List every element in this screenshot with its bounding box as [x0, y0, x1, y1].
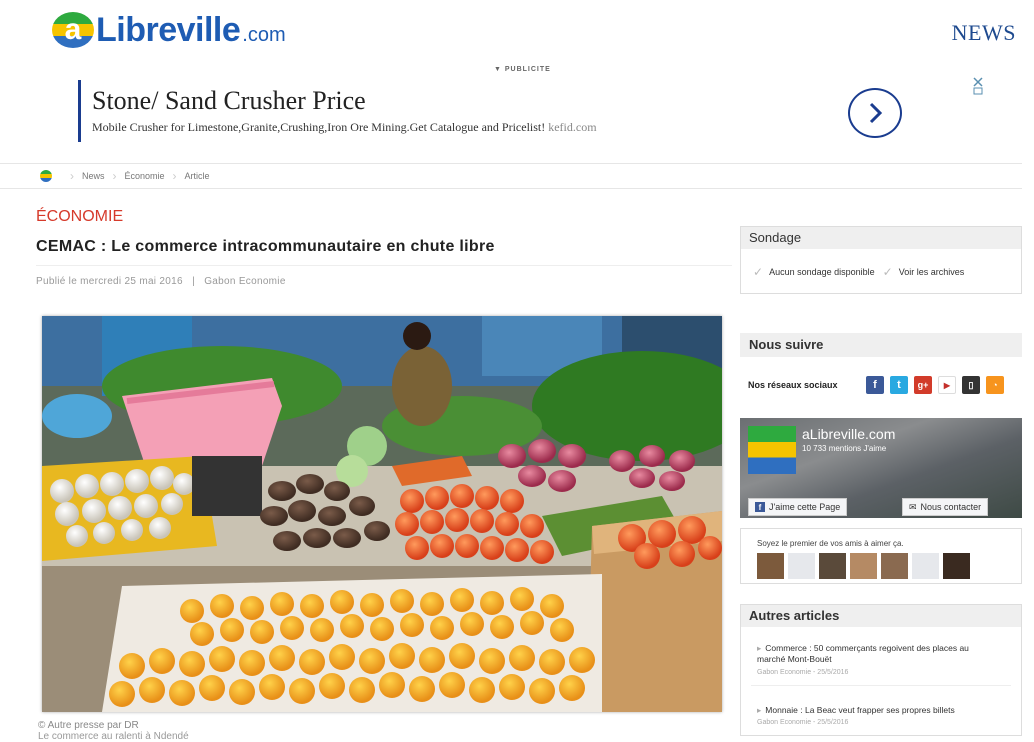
avatar[interactable]: [819, 553, 846, 579]
ad-description-text: Mobile Crusher for Limestone,Granite,Cru…: [92, 120, 546, 134]
checkmark-icon: ✓: [882, 265, 893, 279]
breadcrumb-item-article: Article: [184, 171, 210, 181]
home-icon[interactable]: [40, 170, 52, 182]
fb-friends-avatars: [757, 553, 970, 579]
sondage-archives-link[interactable]: Voir les archives: [899, 267, 965, 277]
article-title: CEMAC : Le commerce intracommunautaire e…: [36, 238, 495, 255]
youtube-icon[interactable]: ▶: [938, 376, 956, 394]
fb-page-name[interactable]: aLibreville.com: [802, 426, 895, 442]
envelope-icon: ✉: [909, 501, 917, 512]
facebook-page-widget[interactable]: aLibreville.com 10 733 mentions J'aime f…: [740, 418, 1022, 518]
ad-arrow-button[interactable]: [848, 88, 902, 138]
checkmark-icon: ✓: [753, 265, 764, 279]
fb-friends-text: Soyez le premier de vos amis à aimer ça.: [757, 539, 904, 548]
autres-item-source: Gabon Economie - 25/5/2016: [757, 719, 849, 726]
breadcrumb-item-news[interactable]: News: [82, 171, 105, 181]
avatar[interactable]: [912, 553, 939, 579]
autres-item-title[interactable]: Monnaie : La Beac veut frapper ses propr…: [765, 705, 954, 715]
logo-tld: .com: [242, 23, 286, 46]
fb-contact-label: Nous contacter: [920, 502, 982, 512]
autres-articles-widget: Autres articles ▸ Commerce : 50 commerçan…: [740, 604, 1022, 736]
divider: [751, 685, 1011, 686]
ad-close-icon[interactable]: [972, 76, 984, 96]
ad-label: ▼ PUBLICITE: [494, 66, 551, 73]
sondage-row: ✓ Aucun sondage disponible ✓ Voir les ar…: [753, 265, 964, 279]
list-item[interactable]: ▸ Commerce : 50 commerçants regoivent des…: [757, 643, 997, 665]
twitter-icon[interactable]: t: [890, 376, 908, 394]
breadcrumb-separator: ›: [172, 169, 177, 183]
section-title[interactable]: NEWS: [952, 20, 1016, 46]
list-item[interactable]: ▸ Monnaie : La Beac veut frapper ses prop…: [757, 705, 997, 716]
breadcrumb: › News › Économie › Article: [0, 163, 1022, 189]
avatar[interactable]: [881, 553, 908, 579]
suivre-title: Nous suivre: [740, 333, 1022, 357]
logo-name: Libreville: [96, 10, 241, 49]
autres-item-source: Gabon Economie - 25/5/2016: [757, 669, 849, 676]
sondage-title: Sondage: [741, 227, 1021, 249]
logo-letter: a: [64, 13, 82, 46]
autres-item-title[interactable]: Commerce : 50 commerçants regoivent des …: [757, 643, 969, 664]
avatar[interactable]: [788, 553, 815, 579]
ad-title[interactable]: Stone/ Sand Crusher Price: [92, 86, 366, 116]
breadcrumb-separator: ›: [112, 169, 117, 183]
divider: [36, 265, 732, 266]
avatar[interactable]: [850, 553, 877, 579]
site-logo[interactable]: a Libreville .com: [52, 10, 286, 50]
sondage-widget: Sondage ✓ Aucun sondage disponible ✓ Voi…: [740, 226, 1022, 294]
market-scene: [42, 316, 722, 712]
mobile-icon[interactable]: ▯: [962, 376, 980, 394]
fb-contact-button[interactable]: ✉ Nous contacter: [902, 498, 989, 516]
photo-credit: © Autre presse par DR: [38, 720, 139, 731]
chevron-right-icon: [869, 102, 883, 124]
social-networks-label: Nos réseaux sociaux: [748, 380, 838, 390]
avatar[interactable]: [943, 553, 970, 579]
arrow-icon: ▸: [757, 643, 762, 653]
fb-like-button[interactable]: f J'aime cette Page: [748, 498, 848, 516]
article-photo: [42, 316, 722, 712]
sondage-none: Aucun sondage disponible: [769, 267, 875, 277]
fb-likes-count: 10 733 mentions J'aime: [802, 444, 887, 453]
ad-domain[interactable]: kefid.com: [548, 120, 596, 134]
fb-friends-box: Soyez le premier de vos amis à aimer ça.: [740, 528, 1022, 584]
fb-like-label: J'aime cette Page: [769, 502, 841, 512]
ad-description: Mobile Crusher for Limestone,Granite,Cru…: [92, 120, 597, 135]
article-category[interactable]: ÉCONOMIE: [36, 208, 123, 226]
gabon-flag-avatar: [748, 426, 796, 474]
google-plus-icon[interactable]: g+: [914, 376, 932, 394]
breadcrumb-separator: ›: [70, 169, 74, 183]
ad-accent-bar: [78, 80, 81, 142]
article-meta: Publié le mercredi 25 mai 2016 | Gabon E…: [36, 276, 286, 287]
photo-caption: Le commerce au ralenti à Ndendé: [38, 731, 189, 742]
facebook-icon: f: [755, 502, 765, 512]
rss-icon[interactable]: ◔: [986, 376, 1004, 394]
arrow-icon: ▸: [757, 705, 762, 715]
breadcrumb-item-economie[interactable]: Économie: [125, 171, 165, 181]
avatar[interactable]: [757, 553, 784, 579]
facebook-icon[interactable]: f: [866, 376, 884, 394]
autres-title: Autres articles: [741, 605, 1021, 627]
logo-badge: a: [52, 12, 94, 48]
ad-banner[interactable]: Stone/ Sand Crusher Price Mobile Crusher…: [78, 80, 918, 142]
